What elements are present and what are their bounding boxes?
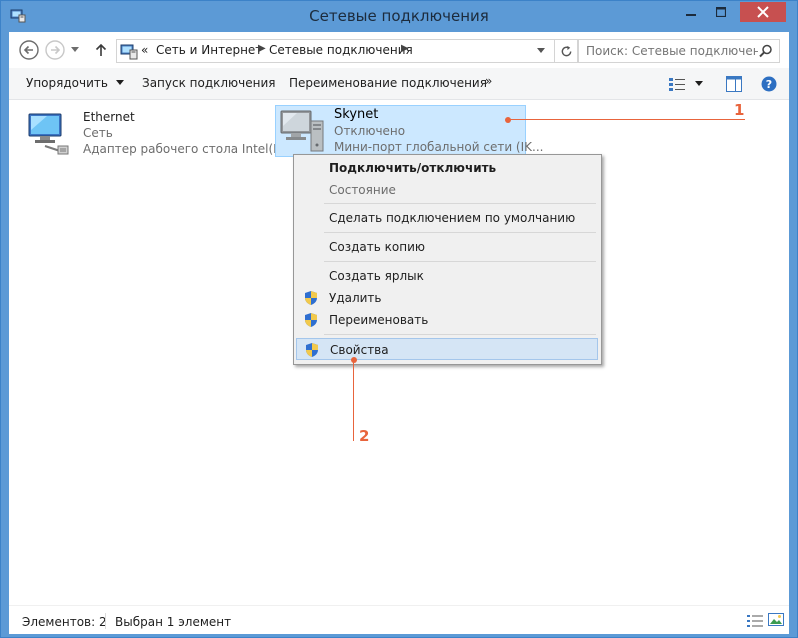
annotation-number-2: 2 [359, 427, 370, 445]
annotation-marker-1 [505, 117, 511, 123]
large-icons-view-icon [768, 613, 784, 626]
help-button[interactable]: ? [761, 74, 777, 94]
title-bar[interactable]: Сетевые подключения [1, 1, 797, 32]
breadcrumb-separator-icon[interactable]: ▶ [401, 43, 409, 54]
search-box[interactable] [578, 39, 780, 63]
menu-item-label: Переименовать [329, 313, 429, 327]
preview-pane-icon [726, 76, 742, 92]
menu-item-create-copy[interactable]: Создать копию [296, 236, 598, 258]
connection-name: Skynet [334, 107, 379, 122]
recent-locations-button[interactable] [68, 39, 82, 61]
menu-item-delete[interactable]: Удалить [296, 287, 598, 309]
organize-menu-button[interactable]: Упорядочить [26, 76, 124, 90]
status-separator [105, 613, 106, 629]
connection-status: Отключено [334, 124, 406, 138]
more-commands-button[interactable]: » [485, 74, 492, 88]
connection-type: Сеть [83, 126, 113, 140]
menu-item-label: Свойства [330, 343, 389, 357]
up-button[interactable] [92, 39, 110, 61]
menu-item-label: Сделать подключением по умолчанию [329, 211, 576, 225]
context-menu: Подключить/отключить Состояние Сделать п… [293, 154, 602, 365]
uac-shield-icon [303, 290, 319, 310]
breadcrumb-overflow[interactable]: « [141, 43, 148, 57]
large-icons-view-button[interactable] [768, 612, 784, 632]
menu-item-label: Создать копию [329, 240, 425, 254]
start-connection-button[interactable]: Запуск подключения [142, 76, 276, 90]
forward-button[interactable] [44, 39, 66, 61]
menu-item-label: Состояние [329, 183, 396, 197]
command-bar: Упорядочить Запуск подключения Переимено… [9, 68, 789, 100]
chevron-down-icon [115, 80, 124, 85]
breadcrumb-network-connections[interactable]: Сетевые подключения [269, 43, 413, 57]
menu-separator [324, 334, 596, 335]
uac-shield-icon [303, 312, 319, 332]
svg-text:?: ? [766, 78, 772, 91]
breadcrumb-network-internet[interactable]: Сеть и Интернет [156, 43, 262, 57]
close-icon [757, 6, 769, 18]
status-item-count: Элементов: 2 [22, 615, 107, 629]
menu-item-set-default[interactable]: Сделать подключением по умолчанию [296, 207, 598, 229]
rename-connection-button[interactable]: Переименование подключения [289, 76, 487, 90]
menu-item-properties[interactable]: Свойства [296, 338, 598, 360]
menu-item-label: Удалить [329, 291, 382, 305]
chevron-down-icon [695, 81, 703, 86]
connection-item-skynet[interactable]: Skynet Отключено Мини-порт глобальной се… [275, 105, 543, 157]
breadcrumb-separator-icon[interactable]: ▶ [258, 43, 266, 54]
connection-name: Ethernet [83, 110, 135, 124]
connection-adapter: Адаптер рабочего стола Intel(R) ... [83, 142, 302, 156]
network-folder-icon [120, 42, 138, 60]
search-input[interactable] [579, 40, 758, 61]
menu-item-connect-disconnect[interactable]: Подключить/отключить [296, 157, 598, 179]
chevron-down-icon [71, 47, 79, 52]
network-adapter-icon [28, 113, 69, 155]
status-bar: Элементов: 2 Выбран 1 элемент [9, 605, 789, 634]
explorer-window: Сетевые подключения « Сеть и Интернет ▶ … [0, 0, 798, 638]
help-icon: ? [761, 76, 777, 92]
skynet-text: Skynet Отключено Мини-порт глобальной се… [334, 107, 543, 155]
search-icon[interactable] [759, 43, 773, 62]
annotation-number-1: 1 [734, 101, 745, 119]
menu-item-label: Создать ярлык [329, 269, 424, 283]
annotation-line-2 [353, 361, 354, 441]
address-bar[interactable]: « Сеть и Интернет ▶ Сетевые подключения … [116, 39, 578, 63]
address-history-button[interactable] [530, 40, 551, 62]
menu-item-label: Подключить/отключить [329, 161, 497, 175]
navigation-bar: « Сеть и Интернет ▶ Сетевые подключения … [9, 32, 789, 68]
network-adapter-disabled-icon [280, 110, 324, 152]
menu-item-create-shortcut[interactable]: Создать ярлык [296, 265, 598, 287]
ethernet-text: Ethernet Сеть Адаптер рабочего стола Int… [83, 109, 301, 157]
menu-item-status: Состояние [296, 179, 598, 201]
minimize-button[interactable] [677, 2, 705, 22]
menu-separator [324, 261, 596, 262]
connection-adapter: Мини-порт глобальной сети (IK... [334, 140, 544, 154]
menu-item-rename[interactable]: Переименовать [296, 309, 598, 331]
chevron-down-icon [537, 48, 545, 53]
preview-pane-button[interactable] [726, 74, 742, 94]
view-details-icon [669, 78, 685, 91]
annotation-line-1 [509, 119, 745, 120]
back-arrow-icon [19, 40, 39, 60]
close-button[interactable] [740, 2, 786, 22]
annotation-marker-2 [351, 357, 357, 363]
up-arrow-icon [95, 43, 107, 56]
back-button[interactable] [18, 39, 40, 61]
uac-shield-icon [304, 342, 320, 362]
change-view-button[interactable] [669, 74, 703, 94]
maximize-button[interactable] [708, 2, 734, 22]
refresh-icon [561, 45, 571, 56]
details-view-icon [747, 615, 763, 627]
forward-arrow-icon [45, 40, 65, 60]
maximize-icon [716, 7, 726, 17]
organize-label: Упорядочить [26, 76, 108, 90]
menu-separator [324, 203, 596, 204]
minimize-icon [686, 14, 696, 16]
menu-separator [324, 232, 596, 233]
refresh-button[interactable] [554, 40, 577, 62]
details-view-button[interactable] [747, 613, 763, 632]
status-selection-count: Выбран 1 элемент [115, 615, 232, 629]
connection-item-ethernet[interactable]: Ethernet Сеть Адаптер рабочего стола Int… [21, 106, 301, 158]
